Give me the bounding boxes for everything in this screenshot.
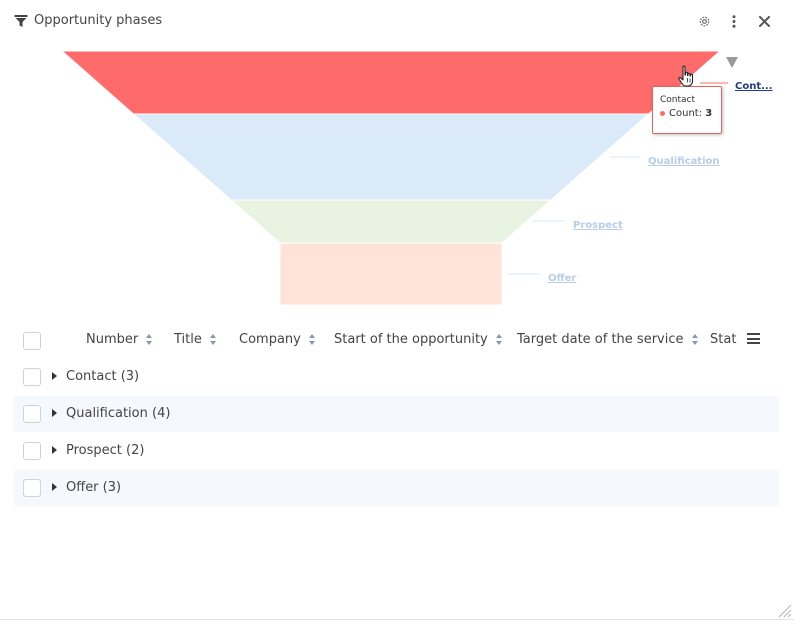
sort-icon [209,334,217,345]
funnel-svg: Cont... Qualification Prospect Offer [60,50,773,306]
row-checkbox[interactable] [23,368,41,386]
tooltip-row: Count: 3 [660,108,721,119]
group-label: Qualification (4) [66,406,171,421]
close-icon [758,15,770,27]
group-row-offer[interactable]: Offer (3) [14,470,779,506]
expand-caret-icon[interactable] [52,372,57,380]
funnel-segment-qualification[interactable] [132,113,650,201]
column-label: Title [174,332,202,347]
triangle-down-icon[interactable] [726,57,738,68]
gear-icon [699,16,709,26]
group-label: Offer (3) [66,480,122,495]
expand-caret-icon[interactable] [52,483,57,491]
row-checkbox[interactable] [23,479,41,497]
filter-icon [14,15,28,27]
select-all-checkbox[interactable] [23,332,41,350]
column-header-title[interactable]: Title [174,332,217,347]
footer-divider [0,619,794,620]
row-checkbox[interactable] [23,405,41,423]
resize-handle-icon[interactable] [776,602,792,618]
funnel-chart: Cont... Qualification Prospect Offer [0,44,794,314]
funnel-label-qualification[interactable]: Qualification [648,156,720,167]
group-row-qualification[interactable]: Qualification (4) [14,396,779,432]
column-label: Company [239,332,301,347]
group-label: Contact (3) [66,369,140,384]
group-label: Prospect (2) [66,443,145,458]
expand-caret-icon[interactable] [52,409,57,417]
funnel-segment-offer[interactable] [279,242,503,306]
column-label: Target date of the service [517,332,684,347]
funnel-label-offer[interactable]: Offer [548,273,576,284]
column-header-status[interactable]: Stat [710,332,736,347]
tooltip-series-label: Count: [669,108,703,119]
sort-icon [495,334,503,345]
funnel-label-prospect[interactable]: Prospect [573,220,623,231]
group-row-contact[interactable]: Contact (3) [14,359,779,395]
funnel-segment-contact[interactable] [60,50,722,115]
column-header-number[interactable]: Number [86,332,153,347]
tooltip-category: Contact [660,95,696,105]
sort-icon [691,334,699,345]
chart-tooltip: Contact Count: 3 [652,86,722,134]
column-label: Number [86,332,139,347]
kebab-menu-icon [732,14,736,28]
funnel-label-contact[interactable]: Cont... [735,81,773,92]
tooltip-value: 3 [705,108,713,119]
settings-button[interactable] [695,12,713,30]
column-header-start-of-opportunity[interactable]: Start of the opportunity [334,332,503,347]
more-options-button[interactable] [725,12,743,30]
series-dot-icon [660,110,665,116]
column-label: Start of the opportunity [334,332,488,347]
row-checkbox[interactable] [23,442,41,460]
sort-icon [146,334,153,345]
expand-caret-icon[interactable] [52,446,57,454]
hand-cursor-icon [678,65,694,87]
group-row-prospect[interactable]: Prospect (2) [14,433,779,469]
sort-icon [308,334,316,345]
funnel-segment-prospect[interactable] [229,199,553,244]
column-menu-icon[interactable] [747,333,760,344]
close-button[interactable] [755,12,773,30]
table-header: Number Title Company Start of the opport… [14,322,779,358]
widget-title: Opportunity phases [34,13,163,28]
widget-header: Opportunity phases [0,0,794,44]
column-header-target-date[interactable]: Target date of the service [517,332,699,347]
column-header-company[interactable]: Company [239,332,316,347]
column-label: Stat [710,332,737,347]
